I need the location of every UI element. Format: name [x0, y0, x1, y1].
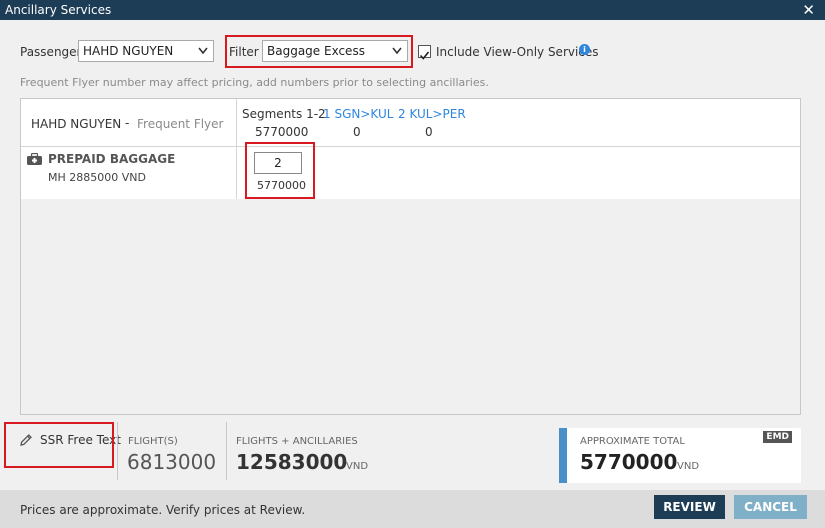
grid-header-row: HAHD NGUYEN - Frequent Flyer Segments 1-…: [21, 99, 800, 147]
footer-totals: SSR Free Text FLIGHT(S) 6813000 FLIGHTS …: [0, 416, 825, 489]
flights-label: FLIGHT(S): [128, 436, 178, 447]
frequent-flyer-note: Frequent Flyer number may affect pricing…: [20, 76, 489, 89]
cancel-button[interactable]: CANCEL: [734, 495, 807, 519]
frequent-flyer-link[interactable]: Frequent Flyer: [137, 117, 223, 131]
passenger-label: Passenger: [20, 45, 82, 59]
divider: [226, 422, 227, 480]
checkmark-icon: [419, 51, 430, 60]
title-bar: Ancillary Services ✕: [0, 0, 825, 20]
separator-dash: -: [125, 116, 130, 130]
ancillary-grid: HAHD NGUYEN - Frequent Flyer Segments 1-…: [20, 98, 801, 415]
approximate-total-unit: VND: [677, 461, 700, 472]
approximate-total-box: APPROXIMATE TOTAL EMD 5770000 VND: [559, 428, 801, 483]
flights-ancillaries-label: FLIGHTS + ANCILLARIES: [236, 436, 358, 447]
passenger-select[interactable]: HAHD NGUYEN: [78, 40, 214, 62]
segment-value-sgn-kul: 0: [353, 125, 361, 139]
review-button[interactable]: REVIEW: [654, 495, 725, 519]
flights-value: 6813000: [127, 450, 217, 474]
passenger-name: HAHD NGUYEN: [31, 117, 122, 131]
passenger-select-value: HAHD NGUYEN: [83, 44, 174, 58]
info-icon[interactable]: i: [579, 44, 590, 55]
segment-header-all: Segments 1-2: [242, 107, 326, 121]
segment-value-kul-per: 0: [425, 125, 433, 139]
baggage-icon: [27, 153, 42, 165]
divider: [117, 422, 118, 480]
quantity-highlight: [245, 142, 315, 199]
service-name: PREPAID BAGGAGE: [48, 152, 176, 166]
segment-value-all: 5770000: [255, 125, 309, 139]
approximate-total-label: APPROXIMATE TOTAL: [580, 436, 685, 447]
segment-header-sgn-kul[interactable]: 1 SGN>KUL: [323, 107, 393, 121]
flights-ancillaries-unit: VND: [346, 461, 369, 472]
status-bar: Prices are approximate. Verify prices at…: [0, 490, 825, 528]
service-cell: PREPAID BAGGAGE MH 2885000 VND: [21, 147, 237, 199]
service-row: PREPAID BAGGAGE MH 2885000 VND 2 5770000: [21, 147, 800, 199]
include-view-only-label: Include View-Only Services: [436, 45, 599, 59]
passenger-cell: HAHD NGUYEN - Frequent Flyer: [21, 99, 237, 147]
segment-header-kul-per[interactable]: 2 KUL>PER: [398, 107, 466, 121]
include-view-only-checkbox[interactable]: [418, 45, 431, 60]
chevron-down-icon: [198, 47, 208, 55]
filter-highlight: [225, 35, 413, 68]
service-unit-price: MH 2885000 VND: [48, 171, 146, 184]
window-title: Ancillary Services: [5, 3, 112, 17]
emd-badge: EMD: [763, 431, 792, 443]
close-icon[interactable]: ✕: [802, 0, 815, 20]
ancillary-dialog: Passenger HAHD NGUYEN Filter Baggage Exc…: [0, 20, 825, 528]
status-text: Prices are approximate. Verify prices at…: [20, 503, 306, 517]
flights-ancillaries-value: 12583000: [236, 450, 348, 474]
approximate-total-value: 5770000: [580, 450, 678, 474]
ssr-highlight: [4, 422, 114, 468]
